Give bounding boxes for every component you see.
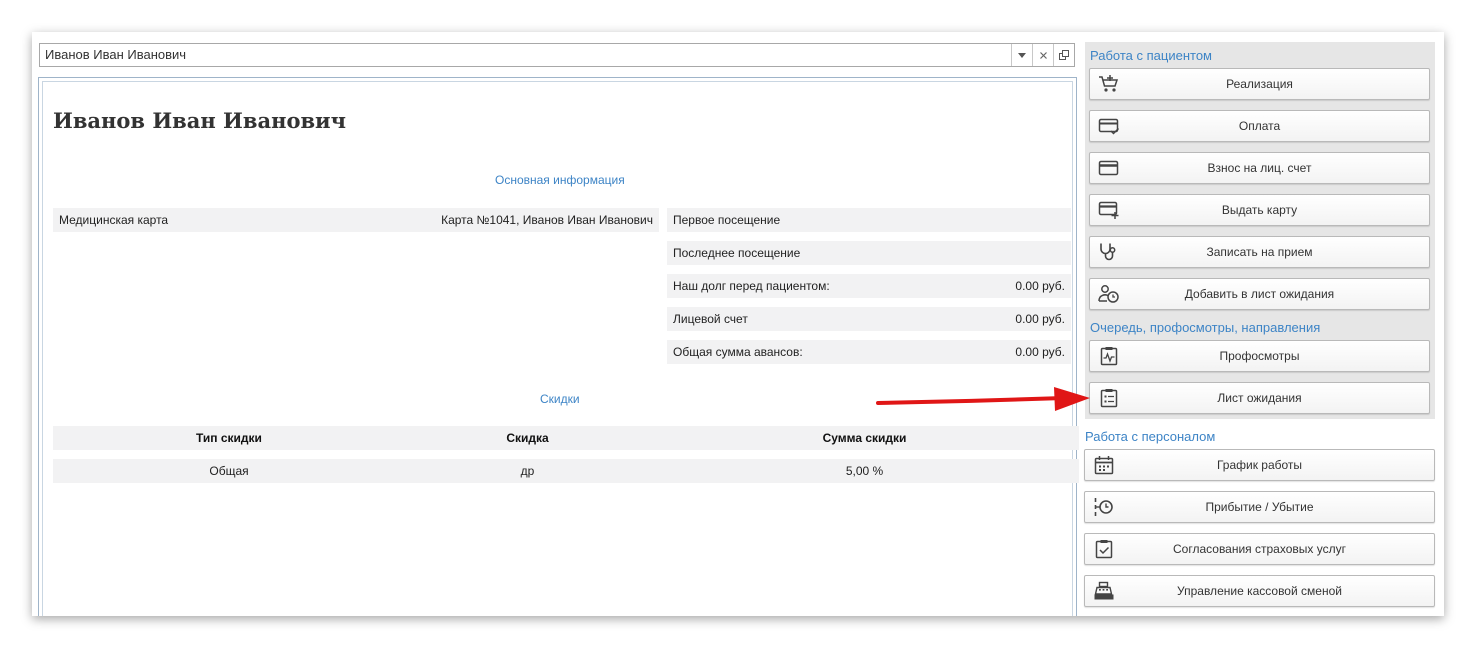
book-appointment-button[interactable]: Записать на прием	[1089, 236, 1430, 268]
annotation-arrow	[876, 387, 1090, 411]
clipboard-pulse-icon	[1098, 346, 1120, 366]
group-title-staff: Работа с персоналом	[1085, 429, 1216, 444]
discounts-heading: Скидки	[540, 392, 580, 406]
info-value[interactable]: Карта №1041, Иванов Иван Иванович	[441, 213, 653, 227]
user-clock-icon	[1098, 284, 1120, 304]
document-content: Иванов Иван Иванович Основная информация…	[42, 81, 1079, 616]
info-row-advances: Общая сумма авансов: 0.00 руб.	[667, 340, 1071, 364]
open-button[interactable]	[1053, 44, 1074, 66]
button-label: Оплата	[1238, 119, 1281, 133]
clock-arrive-icon	[1093, 497, 1115, 517]
card-check-icon	[1098, 116, 1120, 136]
table-cell: 5,00 %	[845, 464, 884, 478]
main-info-heading: Основная информация	[495, 173, 625, 187]
clear-button[interactable]	[1032, 44, 1053, 66]
column-header: Сумма скидки	[822, 431, 907, 445]
column-header: Тип скидки	[196, 431, 262, 445]
info-row-last-visit: Последнее посещение	[667, 241, 1071, 265]
button-label: Взнос на лиц. счет	[1207, 161, 1312, 175]
info-row-personal-account: Лицевой счет 0.00 руб.	[667, 307, 1071, 331]
info-label: Медицинская карта	[59, 213, 169, 227]
card-plus-icon	[1098, 200, 1120, 220]
button-label: Выдать карту	[1221, 203, 1298, 217]
button-label: Профосмотры	[1219, 349, 1300, 363]
table-cell: Общая	[209, 464, 249, 478]
button-label: Добавить в лист ожидания	[1184, 287, 1335, 301]
info-label: Последнее посещение	[673, 246, 801, 260]
table-row: Общая др 5,00 %	[53, 459, 1079, 483]
patient-select-field[interactable]: Иванов Иван Иванович	[39, 43, 1075, 67]
info-value: 0.00 руб.	[1015, 279, 1065, 293]
info-label: Наш долг перед пациентом:	[673, 279, 830, 293]
info-value: 0.00 руб.	[1015, 312, 1065, 326]
table-cell: др	[520, 464, 535, 478]
account-deposit-button[interactable]: Взнос на лиц. счет	[1089, 152, 1430, 184]
button-label: Согласования страховых услуг	[1173, 542, 1346, 556]
card-icon	[1098, 158, 1120, 178]
chevron-down-icon	[1018, 52, 1026, 58]
patient-select-value[interactable]: Иванов Иван Иванович	[40, 44, 1011, 66]
button-label: Записать на прием	[1206, 245, 1313, 259]
discounts-table-header: Тип скидки Скидка Сумма скидки	[53, 426, 1079, 450]
info-row-first-visit: Первое посещение	[667, 208, 1071, 232]
button-label: Реализация	[1226, 77, 1293, 91]
button-label: График работы	[1216, 458, 1303, 472]
calendar-icon	[1093, 455, 1115, 475]
payment-button[interactable]: Оплата	[1089, 110, 1430, 142]
info-value: 0.00 руб.	[1015, 345, 1065, 359]
close-icon	[1039, 51, 1047, 59]
app-window: Иванов Иван Иванович Иванов Иван Иванови…	[32, 32, 1444, 616]
cash-shift-button[interactable]: Управление кассовой сменой	[1084, 575, 1435, 607]
button-label: Прибытие / Убытие	[1205, 500, 1314, 514]
info-label: Общая сумма авансов:	[673, 345, 803, 359]
patient-title: Иванов Иван Иванович	[53, 108, 346, 133]
waitlist-button[interactable]: Лист ожидания	[1089, 382, 1430, 414]
info-row-medical-card: Медицинская карта Карта №1041, Иванов Ив…	[53, 208, 659, 232]
clipboard-check-icon	[1093, 539, 1115, 559]
info-label: Первое посещение	[673, 213, 781, 227]
stethoscope-icon	[1098, 242, 1120, 262]
sale-button[interactable]: Реализация	[1089, 68, 1430, 100]
button-label: Лист ожидания	[1217, 391, 1302, 405]
group-title-queue: Очередь, профосмотры, направления	[1090, 320, 1321, 335]
group-title-patient: Работа с пациентом	[1090, 48, 1212, 63]
dropdown-button[interactable]	[1011, 44, 1032, 66]
insurance-approvals-button[interactable]: Согласования страховых услуг	[1084, 533, 1435, 565]
patient-document: Иванов Иван Иванович Основная информация…	[38, 77, 1079, 616]
button-label: Управление кассовой сменой	[1177, 584, 1342, 598]
checkups-button[interactable]: Профосмотры	[1089, 340, 1430, 372]
column-header: Скидка	[506, 431, 549, 445]
arrival-departure-button[interactable]: Прибытие / Убытие	[1084, 491, 1435, 523]
issue-card-button[interactable]: Выдать карту	[1089, 194, 1430, 226]
open-window-icon	[1059, 50, 1069, 60]
info-label: Лицевой счет	[673, 312, 748, 326]
work-schedule-button[interactable]: График работы	[1084, 449, 1435, 481]
clipboard-list-icon	[1098, 388, 1120, 408]
add-to-waitlist-button[interactable]: Добавить в лист ожидания	[1089, 278, 1430, 310]
info-row-debt: Наш долг перед пациентом: 0.00 руб.	[667, 274, 1071, 298]
cart-plus-icon	[1098, 74, 1120, 94]
cash-register-icon	[1093, 581, 1115, 601]
